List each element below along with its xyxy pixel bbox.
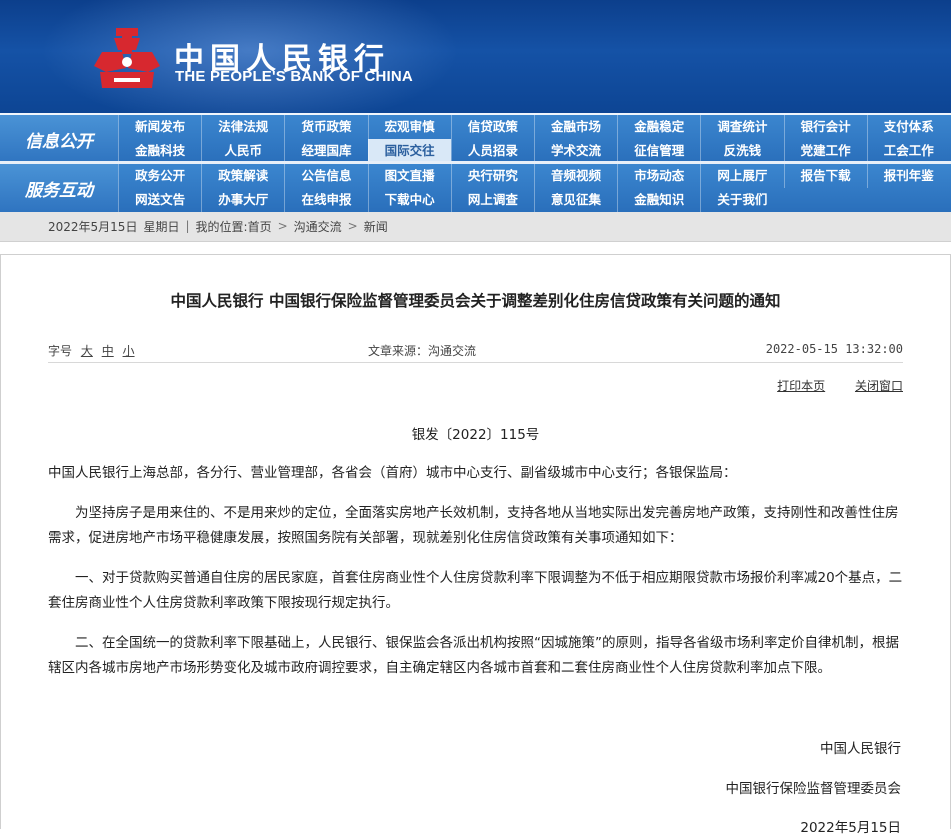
breadcrumb-item-news[interactable]: 新闻	[364, 218, 388, 235]
nav-item[interactable]: 金融知识	[617, 188, 700, 212]
nav-item[interactable]: 工会工作	[866, 139, 950, 163]
article-source: 文章来源：沟通交流	[368, 344, 477, 358]
nav-item[interactable]: 意见征集	[533, 188, 617, 212]
nav-item[interactable]: 货币政策	[284, 115, 367, 139]
font-size-medium-link[interactable]: 中	[102, 344, 114, 358]
nav-rows: 政务公开 政策解读 公告信息 图文直播 央行研究 音频视频 市场动态 网上展厅 …	[118, 164, 951, 212]
nav-row: 网送文告 办事大厅 在线申报 下载中心 网上调查 意见征集 金融知识 关于我们	[118, 188, 951, 212]
nav-item[interactable]: 金融稳定	[617, 115, 700, 139]
addressee: 中国人民银行上海总部，各分行、营业管理部，各省会（首府）城市中心支行、副省级城市…	[48, 465, 737, 481]
nav-item[interactable]: 党建工作	[783, 139, 867, 163]
nav-item[interactable]: 下载中心	[367, 188, 451, 212]
document-number: 银发〔2022〕115号	[411, 427, 540, 443]
nav-item[interactable]: 银行会计	[783, 115, 867, 139]
article-title: 中国人民银行 中国银行保险监督管理委员会关于调整差别化住房信贷政策有关问题的通知	[170, 292, 781, 310]
nav-section-label: 服务互动	[0, 164, 118, 212]
nav-item[interactable]: 法律法规	[201, 115, 284, 139]
nav-item[interactable]: 公告信息	[284, 164, 367, 188]
nav-section-service: 服务互动 政务公开 政策解读 公告信息 图文直播 央行研究 音频视频 市场动态 …	[0, 164, 951, 212]
nav-item[interactable]: 报告下载	[783, 164, 867, 188]
signature-date: 2022年5月15日	[800, 820, 901, 836]
nav-item[interactable]: 人员招录	[450, 139, 534, 163]
current-date: 2022年5月15日	[48, 219, 138, 234]
nav-item[interactable]: 征信管理	[617, 139, 700, 163]
signature-pboc: 中国人民银行	[820, 741, 901, 757]
nav-rows: 新闻发布 法律法规 货币政策 宏观审慎 信贷政策 金融市场 金融稳定 调查统计 …	[118, 115, 951, 163]
paragraph: 二、在全国统一的贷款利率下限基础上，人民银行、银保监会各派出机构按照“因城施策”…	[48, 635, 899, 676]
current-weekday: 星期日	[143, 219, 180, 234]
signature-cbirc: 中国银行保险监督管理委员会	[725, 781, 902, 797]
article-panel: 中国人民银行 中国银行保险监督管理委员会关于调整差别化住房信贷政策有关问题的通知…	[0, 254, 951, 836]
nav-item[interactable]: 网上调查	[450, 188, 534, 212]
nav-item[interactable]: 市场动态	[617, 164, 700, 188]
breadcrumb-item-home[interactable]: 首页	[248, 218, 272, 235]
nav-item[interactable]: 音频视频	[533, 164, 617, 188]
article-meta: 字号 大 中 小 文章来源：沟通交流 2022-05-15 13:32:00	[48, 342, 903, 363]
nav-item[interactable]: 信贷政策	[450, 115, 534, 139]
article-datetime: 2022-05-15 13:32:00	[765, 342, 903, 356]
nav-item[interactable]: 在线申报	[284, 188, 367, 212]
nav-item[interactable]: 关于我们	[700, 188, 783, 212]
nav-item[interactable]: 办事大厅	[201, 188, 284, 212]
nav-section-info: 信息公开 新闻发布 法律法规 货币政策 宏观审慎 信贷政策 金融市场 金融稳定 …	[0, 115, 951, 163]
close-window-link[interactable]: 关闭窗口	[855, 379, 903, 393]
breadcrumb-divider: |	[185, 219, 190, 233]
nav-item[interactable]: 网上展厅	[700, 164, 783, 188]
site-header: 中国人民银行 THE PEOPLE'S BANK OF CHINA	[0, 0, 951, 113]
nav-item[interactable]: 经理国库	[284, 139, 367, 163]
nav-item[interactable]: 宏观审慎	[367, 115, 451, 139]
article-tools: 打印本页 关闭窗口	[751, 377, 903, 394]
location-label: 我的位置:	[195, 219, 248, 234]
brand-name-en[interactable]: THE PEOPLE'S BANK OF CHINA	[175, 68, 413, 85]
nav-item[interactable]: 央行研究	[450, 164, 534, 188]
nav-item[interactable]: 金融科技	[118, 139, 201, 163]
font-size-large-link[interactable]: 大	[81, 344, 93, 358]
nav-item[interactable]: 政务公开	[118, 164, 201, 188]
nav-item[interactable]: 反洗钱	[700, 139, 783, 163]
paragraph: 一、对于贷款购买普通自住房的居民家庭，首套住房商业性个人住房贷款利率下限调整为不…	[48, 570, 903, 611]
main-nav: 信息公开 新闻发布 法律法规 货币政策 宏观审慎 信贷政策 金融市场 金融稳定 …	[0, 113, 951, 212]
font-size-small-link[interactable]: 小	[123, 344, 135, 358]
breadcrumb-item-communication[interactable]: 沟通交流	[294, 218, 342, 235]
print-link[interactable]: 打印本页	[777, 379, 825, 393]
paragraph: 为坚持房子是用来住的、不是用来炒的定位，全面落实房地产长效机制，支持各地从当地实…	[48, 505, 899, 546]
font-size-switcher: 字号 大 中 小	[48, 342, 140, 359]
breadcrumb: 2022年5月15日 星期日 | 我的位置: 首页 > 沟通交流 > 新闻	[0, 211, 951, 242]
pboc-emblem-icon[interactable]	[92, 28, 162, 90]
article-body: 中国人民银行上海总部，各分行、营业管理部，各省会（首府）城市中心支行、副省级城市…	[48, 461, 903, 696]
nav-row: 新闻发布 法律法规 货币政策 宏观审慎 信贷政策 金融市场 金融稳定 调查统计 …	[118, 115, 951, 139]
font-size-label: 字号	[48, 344, 73, 358]
chevron-right-icon: >	[277, 219, 288, 233]
nav-row: 金融科技 人民币 经理国库 国际交往 人员招录 学术交流 征信管理 反洗钱 党建…	[118, 139, 951, 163]
nav-item[interactable]: 学术交流	[533, 139, 617, 163]
nav-item[interactable]: 调查统计	[700, 115, 783, 139]
nav-item[interactable]: 政策解读	[201, 164, 284, 188]
nav-item-active[interactable]: 国际交往	[367, 139, 451, 163]
nav-item[interactable]: 支付体系	[866, 115, 950, 139]
nav-section-label: 信息公开	[0, 115, 118, 163]
nav-item[interactable]: 报刊年鉴	[866, 164, 950, 188]
nav-item[interactable]: 网送文告	[118, 188, 201, 212]
nav-item[interactable]: 图文直播	[367, 164, 451, 188]
nav-item[interactable]: 人民币	[201, 139, 284, 163]
nav-row: 政务公开 政策解读 公告信息 图文直播 央行研究 音频视频 市场动态 网上展厅 …	[118, 164, 951, 188]
nav-item[interactable]: 新闻发布	[118, 115, 201, 139]
chevron-right-icon: >	[347, 219, 358, 233]
nav-item[interactable]: 金融市场	[533, 115, 617, 139]
